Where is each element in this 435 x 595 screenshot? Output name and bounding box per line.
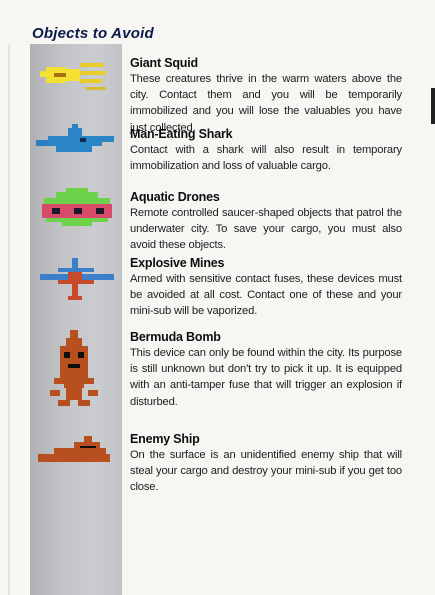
bermuda-bomb-icon: [50, 330, 98, 406]
section-title: Objects to Avoid: [32, 25, 154, 42]
page-tab-marker: [431, 88, 435, 124]
entry-title: Enemy Ship: [130, 432, 200, 446]
header-bar: Objects to Avoid: [0, 0, 435, 42]
aquatic-drone-icon: [42, 188, 112, 226]
entry-body: Contact with a shark will also result in…: [130, 144, 402, 173]
giant-squid-icon: [40, 63, 106, 90]
entry-bermuda-bomb: Bermuda Bomb This device can only be fou…: [130, 329, 402, 410]
mine-icon: [40, 258, 114, 300]
entry-title: Giant Squid: [130, 56, 198, 70]
entry-title: Man-Eating Shark: [130, 127, 233, 141]
entry-body: Remote controlled saucer-shaped objects …: [130, 207, 402, 252]
shark-icon: [36, 124, 114, 152]
entry-giant-squid: Giant Squid These creatures thrive in th…: [130, 55, 402, 136]
page-edge: [8, 44, 10, 595]
entry-explosive-mines: Explosive Mines Armed with sensitive con…: [130, 255, 402, 320]
entry-title: Bermuda Bomb: [130, 330, 221, 344]
entry-man-eating-shark: Man-Eating Shark Contact with a shark wi…: [130, 126, 402, 174]
entry-aquatic-drones: Aquatic Drones Remote controlled saucer-…: [130, 189, 402, 254]
entry-body: On the surface is an unidentified enemy …: [130, 449, 402, 494]
entry-title: Explosive Mines: [130, 256, 225, 270]
entry-enemy-ship: Enemy Ship On the surface is an unidenti…: [130, 431, 402, 496]
entry-body: This device can only be found within the…: [130, 347, 402, 408]
entry-title: Aquatic Drones: [130, 190, 220, 204]
enemy-ship-icon: [38, 436, 110, 462]
entry-body: Armed with sensitive contact fuses, thes…: [130, 273, 402, 318]
